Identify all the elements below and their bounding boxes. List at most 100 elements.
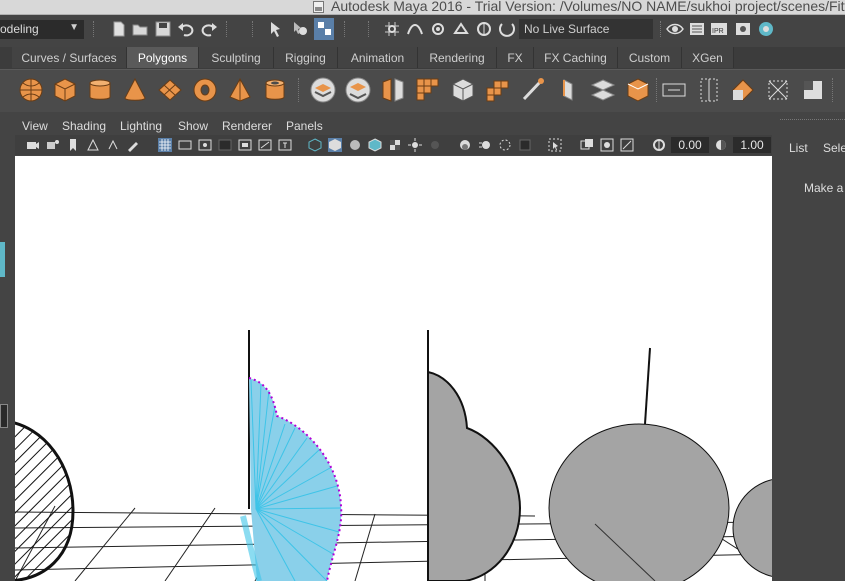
- snap-point-icon[interactable]: [429, 20, 447, 38]
- extrude-icon[interactable]: [484, 76, 512, 104]
- multi-cut-icon[interactable]: [554, 76, 582, 104]
- film-gate-icon[interactable]: [178, 138, 192, 152]
- tab-xgen[interactable]: XGen: [682, 47, 734, 68]
- poly-cube-icon[interactable]: [51, 76, 79, 104]
- render-current-icon[interactable]: [688, 20, 706, 38]
- append-icon[interactable]: [589, 76, 617, 104]
- snap-grid-icon[interactable]: [383, 20, 401, 38]
- tab-curves-surfaces[interactable]: Curves / Surfaces: [12, 47, 127, 68]
- freeze-transform-icon[interactable]: [799, 76, 827, 104]
- depth-of-field-icon[interactable]: [518, 138, 532, 152]
- render-settings-icon[interactable]: [734, 20, 752, 38]
- wireframe-icon[interactable]: [308, 138, 322, 152]
- merge-icon[interactable]: [660, 76, 688, 104]
- use-default-material-icon[interactable]: [348, 138, 362, 152]
- menu-set-dropdown[interactable]: odeling ▼: [0, 20, 84, 39]
- uv-layout-icon[interactable]: [729, 76, 757, 104]
- combine-icon[interactable]: [309, 76, 337, 104]
- make-live-icon[interactable]: [498, 20, 516, 38]
- poly-pyramid-icon[interactable]: [226, 76, 254, 104]
- shadows-icon[interactable]: [428, 138, 442, 152]
- isolate-select-icon[interactable]: [548, 138, 562, 152]
- safe-action-icon[interactable]: [258, 138, 272, 152]
- camera-icon[interactable]: [26, 138, 40, 152]
- center-pivot-icon[interactable]: [764, 76, 792, 104]
- smooth-icon[interactable]: [414, 76, 442, 104]
- poly-cylinder-icon[interactable]: [86, 76, 114, 104]
- render-view-icon[interactable]: [666, 20, 684, 38]
- screen-space-ao-icon[interactable]: [458, 138, 472, 152]
- live-surface-field[interactable]: No Live Surface: [519, 19, 653, 39]
- tab-polygons[interactable]: Polygons: [127, 47, 199, 68]
- xray-components-icon[interactable]: [620, 138, 634, 152]
- smooth-shade-icon[interactable]: [328, 138, 342, 152]
- menu-shading[interactable]: Shading: [62, 119, 106, 133]
- ipr-render-icon[interactable]: IPR: [710, 20, 728, 38]
- fill-hole-icon[interactable]: [695, 76, 723, 104]
- tab-fx-caching[interactable]: FX Caching: [534, 47, 618, 68]
- exposure-icon[interactable]: [652, 138, 666, 152]
- field-chart-icon[interactable]: [238, 138, 252, 152]
- poly-torus-icon[interactable]: [191, 76, 219, 104]
- wireframe-on-shaded-icon[interactable]: [368, 138, 382, 152]
- tab-sculpting[interactable]: Sculpting: [199, 47, 274, 68]
- snap-curve-icon[interactable]: [406, 20, 424, 38]
- bridge-icon[interactable]: [519, 76, 547, 104]
- menu-show[interactable]: Show: [178, 119, 208, 133]
- viewport-scene[interactable]: [15, 156, 772, 581]
- grid-icon[interactable]: [158, 138, 172, 152]
- gamma-value-field[interactable]: 1.00: [733, 137, 771, 153]
- tab-custom[interactable]: Custom: [618, 47, 682, 68]
- exposure-value-field[interactable]: 0.00: [671, 137, 709, 153]
- safe-title-icon[interactable]: [278, 138, 292, 152]
- poly-sphere-icon[interactable]: [17, 76, 45, 104]
- reduce-icon[interactable]: [449, 76, 477, 104]
- poly-cone-icon[interactable]: [121, 76, 149, 104]
- hypershade-icon[interactable]: [757, 20, 775, 38]
- select-hierarchy-icon[interactable]: [268, 20, 286, 38]
- tab-animation[interactable]: Animation: [338, 47, 418, 68]
- toolbox-active-tool[interactable]: [0, 242, 5, 277]
- tab-rendering[interactable]: Rendering: [418, 47, 497, 68]
- mirror-icon[interactable]: [379, 76, 407, 104]
- bookmark-icon[interactable]: [66, 138, 80, 152]
- panel-grip[interactable]: [780, 119, 845, 124]
- menu-panels[interactable]: Panels: [286, 119, 323, 133]
- selected-half-sphere-object[interactable]: [240, 330, 343, 581]
- bevel-icon[interactable]: [624, 76, 652, 104]
- gamma-icon[interactable]: [714, 138, 728, 152]
- two-d-pan-icon[interactable]: [106, 138, 120, 152]
- multisample-aa-icon[interactable]: [498, 138, 512, 152]
- menu-lighting[interactable]: Lighting: [120, 119, 162, 133]
- perspective-viewport[interactable]: [15, 156, 772, 581]
- snap-view-plane-icon[interactable]: [452, 20, 470, 38]
- xray-icon[interactable]: [580, 138, 594, 152]
- new-scene-icon[interactable]: [110, 20, 128, 38]
- select-component-icon[interactable]: [314, 18, 334, 40]
- tab-rigging[interactable]: Rigging: [274, 47, 338, 68]
- menu-view[interactable]: View: [22, 119, 48, 133]
- menu-renderer[interactable]: Renderer: [222, 119, 272, 133]
- textured-icon[interactable]: [388, 138, 402, 152]
- toolbox-layout-button[interactable]: [0, 404, 8, 428]
- undo-icon[interactable]: [177, 20, 195, 38]
- poly-plane-icon[interactable]: [156, 76, 184, 104]
- image-plane-icon[interactable]: [86, 138, 100, 152]
- open-scene-icon[interactable]: [131, 20, 149, 38]
- redo-icon[interactable]: [200, 20, 218, 38]
- grease-pencil-icon[interactable]: [126, 138, 140, 152]
- xray-joints-icon[interactable]: [600, 138, 614, 152]
- poly-pipe-icon[interactable]: [261, 76, 289, 104]
- right-panel-list-tab[interactable]: List: [789, 141, 808, 155]
- snap-live-icon[interactable]: [475, 20, 493, 38]
- separate-icon[interactable]: [344, 76, 372, 104]
- motion-blur-icon[interactable]: [478, 138, 492, 152]
- tab-fx[interactable]: FX: [497, 47, 534, 68]
- select-object-icon[interactable]: [291, 20, 309, 38]
- resolution-gate-icon[interactable]: [198, 138, 212, 152]
- use-all-lights-icon[interactable]: [408, 138, 422, 152]
- save-scene-icon[interactable]: [154, 20, 172, 38]
- right-panel-selected-tab[interactable]: Sele: [823, 141, 845, 155]
- camera-attributes-icon[interactable]: [46, 138, 60, 152]
- gate-mask-icon[interactable]: [218, 138, 232, 152]
